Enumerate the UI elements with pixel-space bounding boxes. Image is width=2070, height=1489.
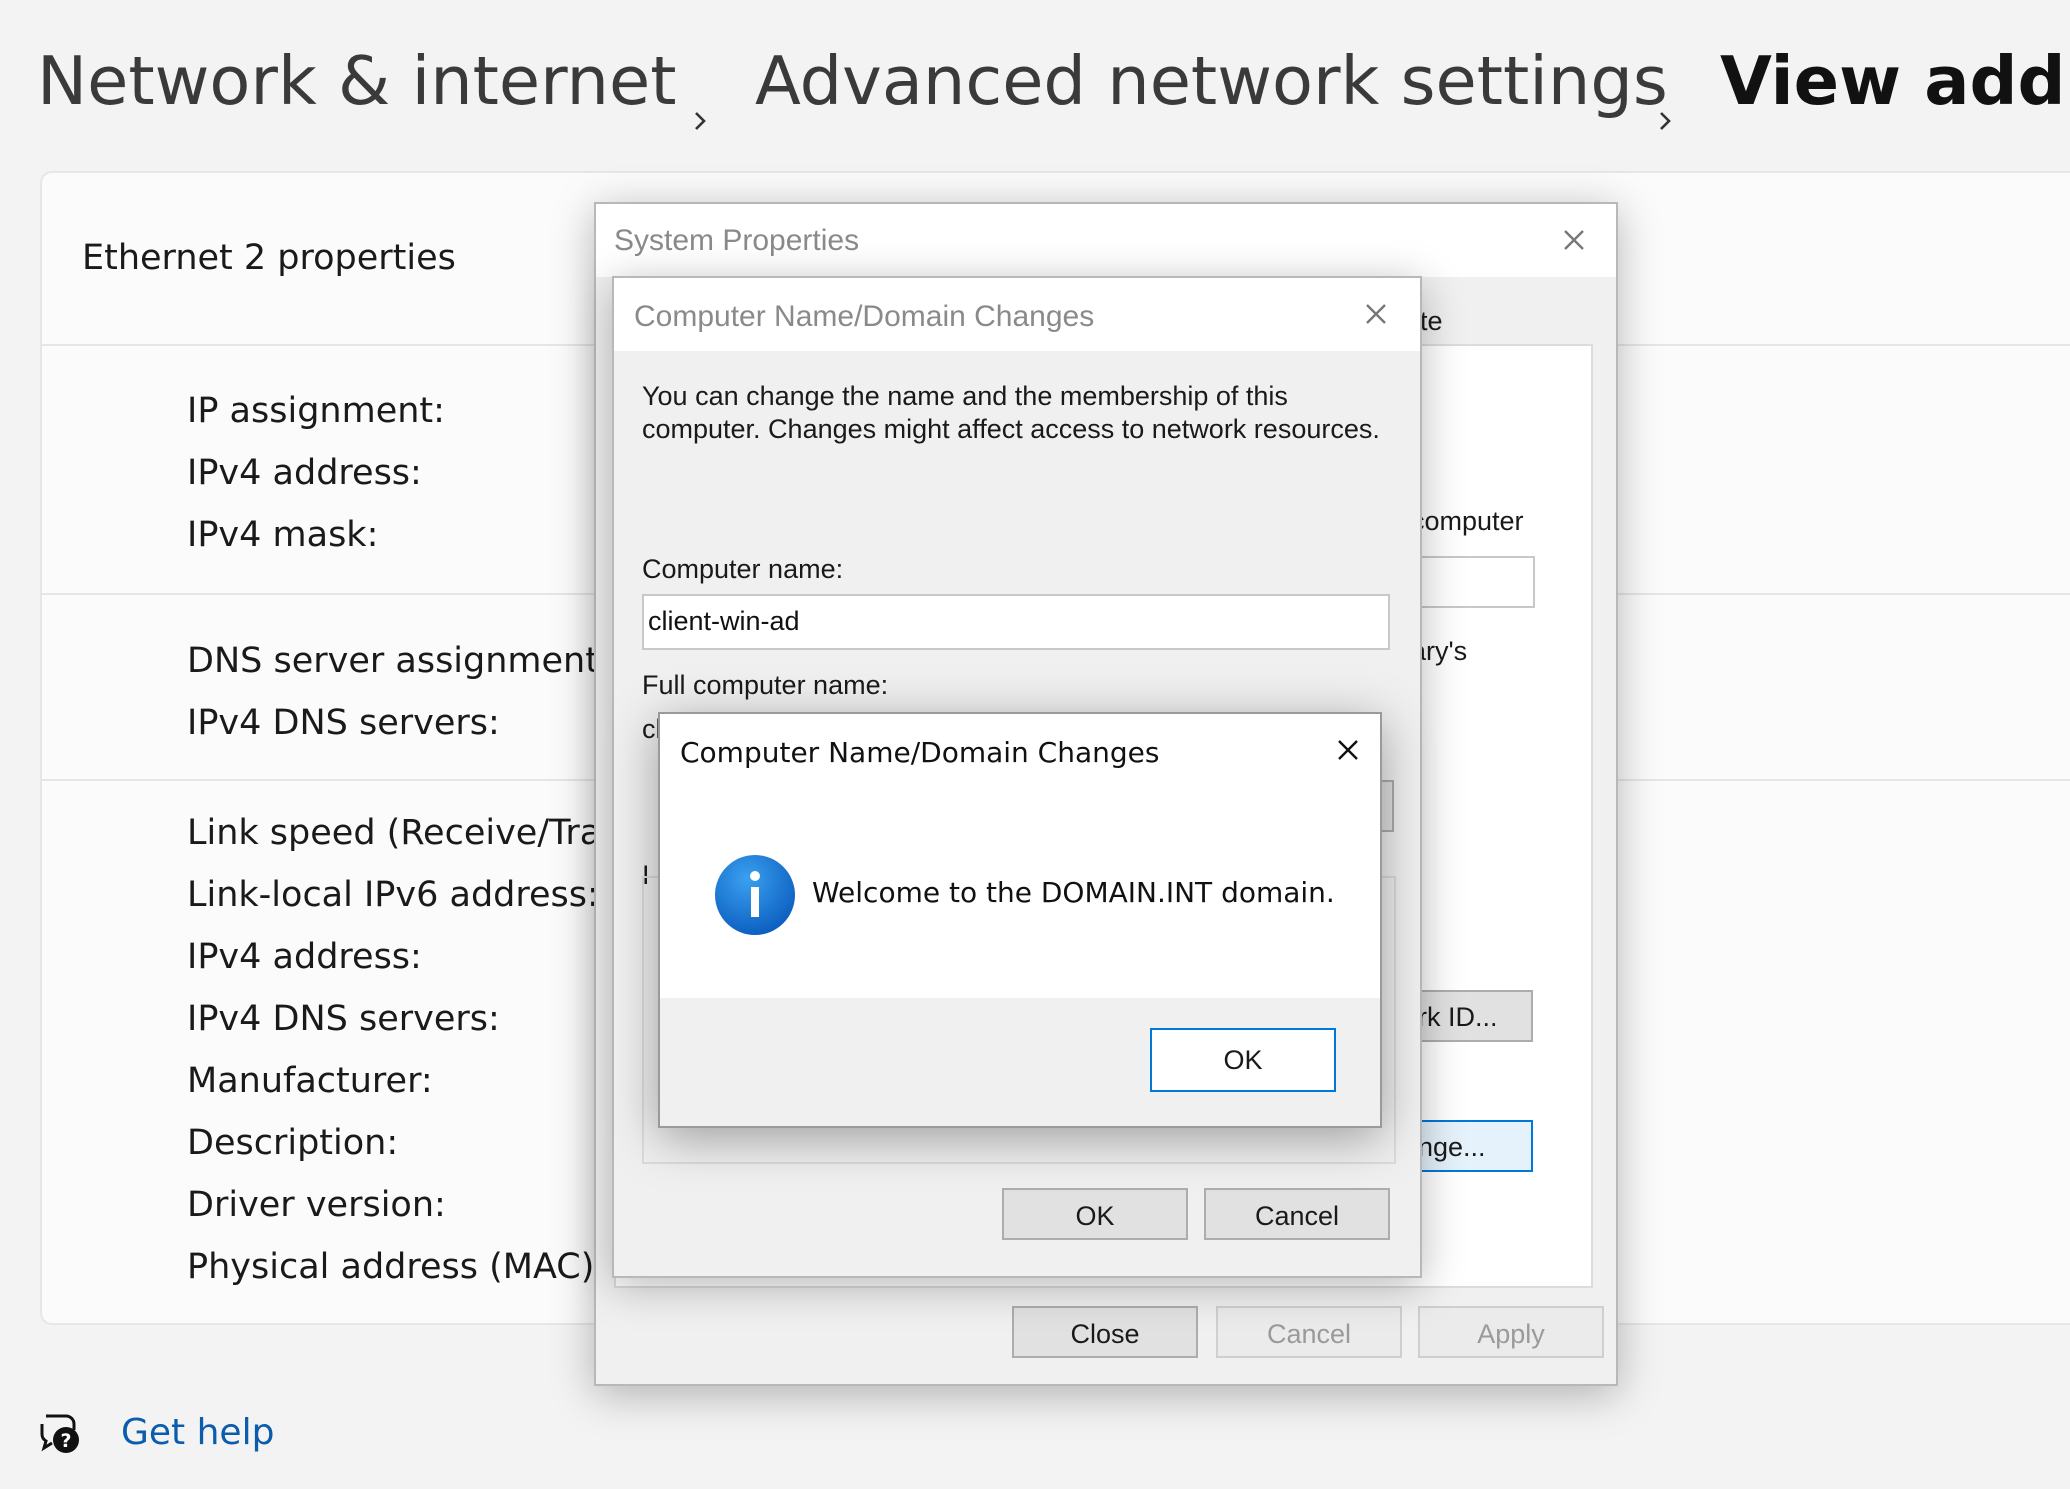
- network-id-label: rk ID...: [1418, 1002, 1498, 1032]
- mac-address-label: Physical address (MAC):: [187, 1247, 607, 1287]
- close-button[interactable]: Close: [1012, 1306, 1198, 1358]
- ok-button[interactable]: OK: [1002, 1188, 1188, 1240]
- welcome-message-box: Computer Name/Domain Changes Welcome to …: [658, 712, 1382, 1128]
- dialog-title: Computer Name/Domain Changes: [634, 300, 1095, 333]
- link-speed-label: Link speed (Receive/Transn: [187, 813, 664, 853]
- computer-name-value: client-win-ad: [648, 606, 800, 636]
- description-field[interactable]: [1411, 556, 1535, 608]
- dialog-title: System Properties: [614, 224, 860, 257]
- ipv4-address-label-2: IPv4 address:: [187, 937, 422, 977]
- computer-text: computer: [1411, 506, 1524, 536]
- get-help-label[interactable]: Get help: [121, 1412, 274, 1453]
- cancel-button[interactable]: Cancel: [1204, 1188, 1390, 1240]
- chevron-right-icon: [689, 70, 711, 130]
- chevron-right-icon: [1654, 70, 1676, 130]
- close-icon[interactable]: [1558, 224, 1590, 256]
- welcome-message: Welcome to the DOMAIN.INT domain.: [812, 876, 1335, 909]
- ip-assignment-label: IP assignment:: [187, 391, 445, 431]
- message-box-title: Computer Name/Domain Changes: [680, 736, 1160, 769]
- tab-remote[interactable]: te: [1420, 306, 1443, 337]
- manufacturer-label: Manufacturer:: [187, 1061, 433, 1101]
- breadcrumb-network-internet[interactable]: Network & internet: [37, 42, 676, 120]
- ipv4-dns-servers-label-2: IPv4 DNS servers:: [187, 999, 500, 1039]
- dns-server-assignment-label: DNS server assignment:: [187, 641, 611, 681]
- close-icon[interactable]: [1332, 734, 1364, 766]
- card-title: Ethernet 2 properties: [82, 238, 456, 278]
- ipv4-address-label: IPv4 address:: [187, 453, 422, 493]
- cancel-button[interactable]: Cancel: [1216, 1306, 1402, 1358]
- breadcrumb-current-page: View additi: [1720, 42, 2070, 120]
- info-icon: [714, 854, 796, 936]
- driver-version-label: Driver version:: [187, 1185, 446, 1225]
- link-local-ipv6-label: Link-local IPv6 address:: [187, 875, 599, 915]
- ok-button[interactable]: OK: [1150, 1028, 1336, 1092]
- ipv4-dns-servers-label: IPv4 DNS servers:: [187, 703, 500, 743]
- svg-text:?: ?: [60, 1430, 71, 1452]
- computer-name-label: Computer name:: [642, 554, 844, 584]
- apply-button[interactable]: Apply: [1418, 1306, 1604, 1358]
- full-computer-name-label: Full computer name:: [642, 670, 889, 700]
- change-label: nge...: [1418, 1132, 1486, 1162]
- description-label: Description:: [187, 1123, 399, 1163]
- description-text: You can change the name and the membersh…: [642, 381, 1380, 444]
- close-icon[interactable]: [1360, 298, 1392, 330]
- ipv4-mask-label: IPv4 mask:: [187, 515, 379, 555]
- computer-name-input[interactable]: client-win-ad: [642, 594, 1390, 650]
- help-chat-icon: ?: [36, 1410, 82, 1456]
- breadcrumb-advanced-network-settings[interactable]: Advanced network settings: [755, 42, 1668, 120]
